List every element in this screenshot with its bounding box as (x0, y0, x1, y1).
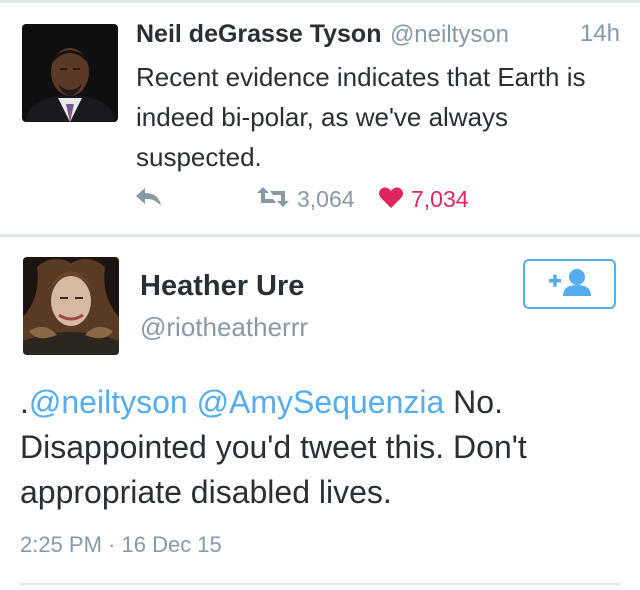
display-name[interactable]: Neil deGrasse Tyson (136, 20, 381, 48)
retweet-button[interactable]: 3,064 (256, 183, 355, 215)
tweet-timestamp[interactable]: 2:25 PM · 16 Dec 15 (20, 532, 222, 558)
tweet-divider (0, 234, 640, 237)
display-name[interactable]: Heather Ure (140, 270, 304, 303)
follow-button[interactable] (523, 259, 616, 309)
tweet-text: .@neiltyson @AmySequenzia No. Disappoint… (20, 380, 620, 515)
retweet-icon (256, 185, 290, 214)
user-handle[interactable]: @neiltyson (390, 21, 509, 48)
avatar-heather-ure[interactable] (23, 257, 119, 355)
tweet1-header: Neil deGrasse Tyson @neiltyson 14h (136, 20, 620, 54)
mention-link[interactable]: @neiltyson (29, 384, 188, 420)
heart-icon (378, 185, 404, 214)
avatar-neil-tyson[interactable] (22, 24, 118, 122)
reply-icon (134, 185, 164, 214)
tweet-text: Recent evidence indicates that Earth is … (136, 62, 586, 172)
bottom-divider (20, 583, 620, 585)
retweet-count: 3,064 (297, 185, 355, 212)
user-handle[interactable]: @riotheatherrr (140, 312, 308, 343)
mention-link[interactable]: @AmySequenzia (197, 384, 445, 420)
reply-button[interactable] (134, 183, 164, 215)
like-count: 7,034 (411, 185, 469, 212)
like-button[interactable]: 7,034 (378, 183, 469, 215)
follow-user-icon (548, 267, 592, 302)
tweet-actions: 3,064 7,034 (134, 183, 554, 215)
tweet-time[interactable]: 14h (580, 20, 620, 48)
text-prefix: . (20, 384, 29, 420)
